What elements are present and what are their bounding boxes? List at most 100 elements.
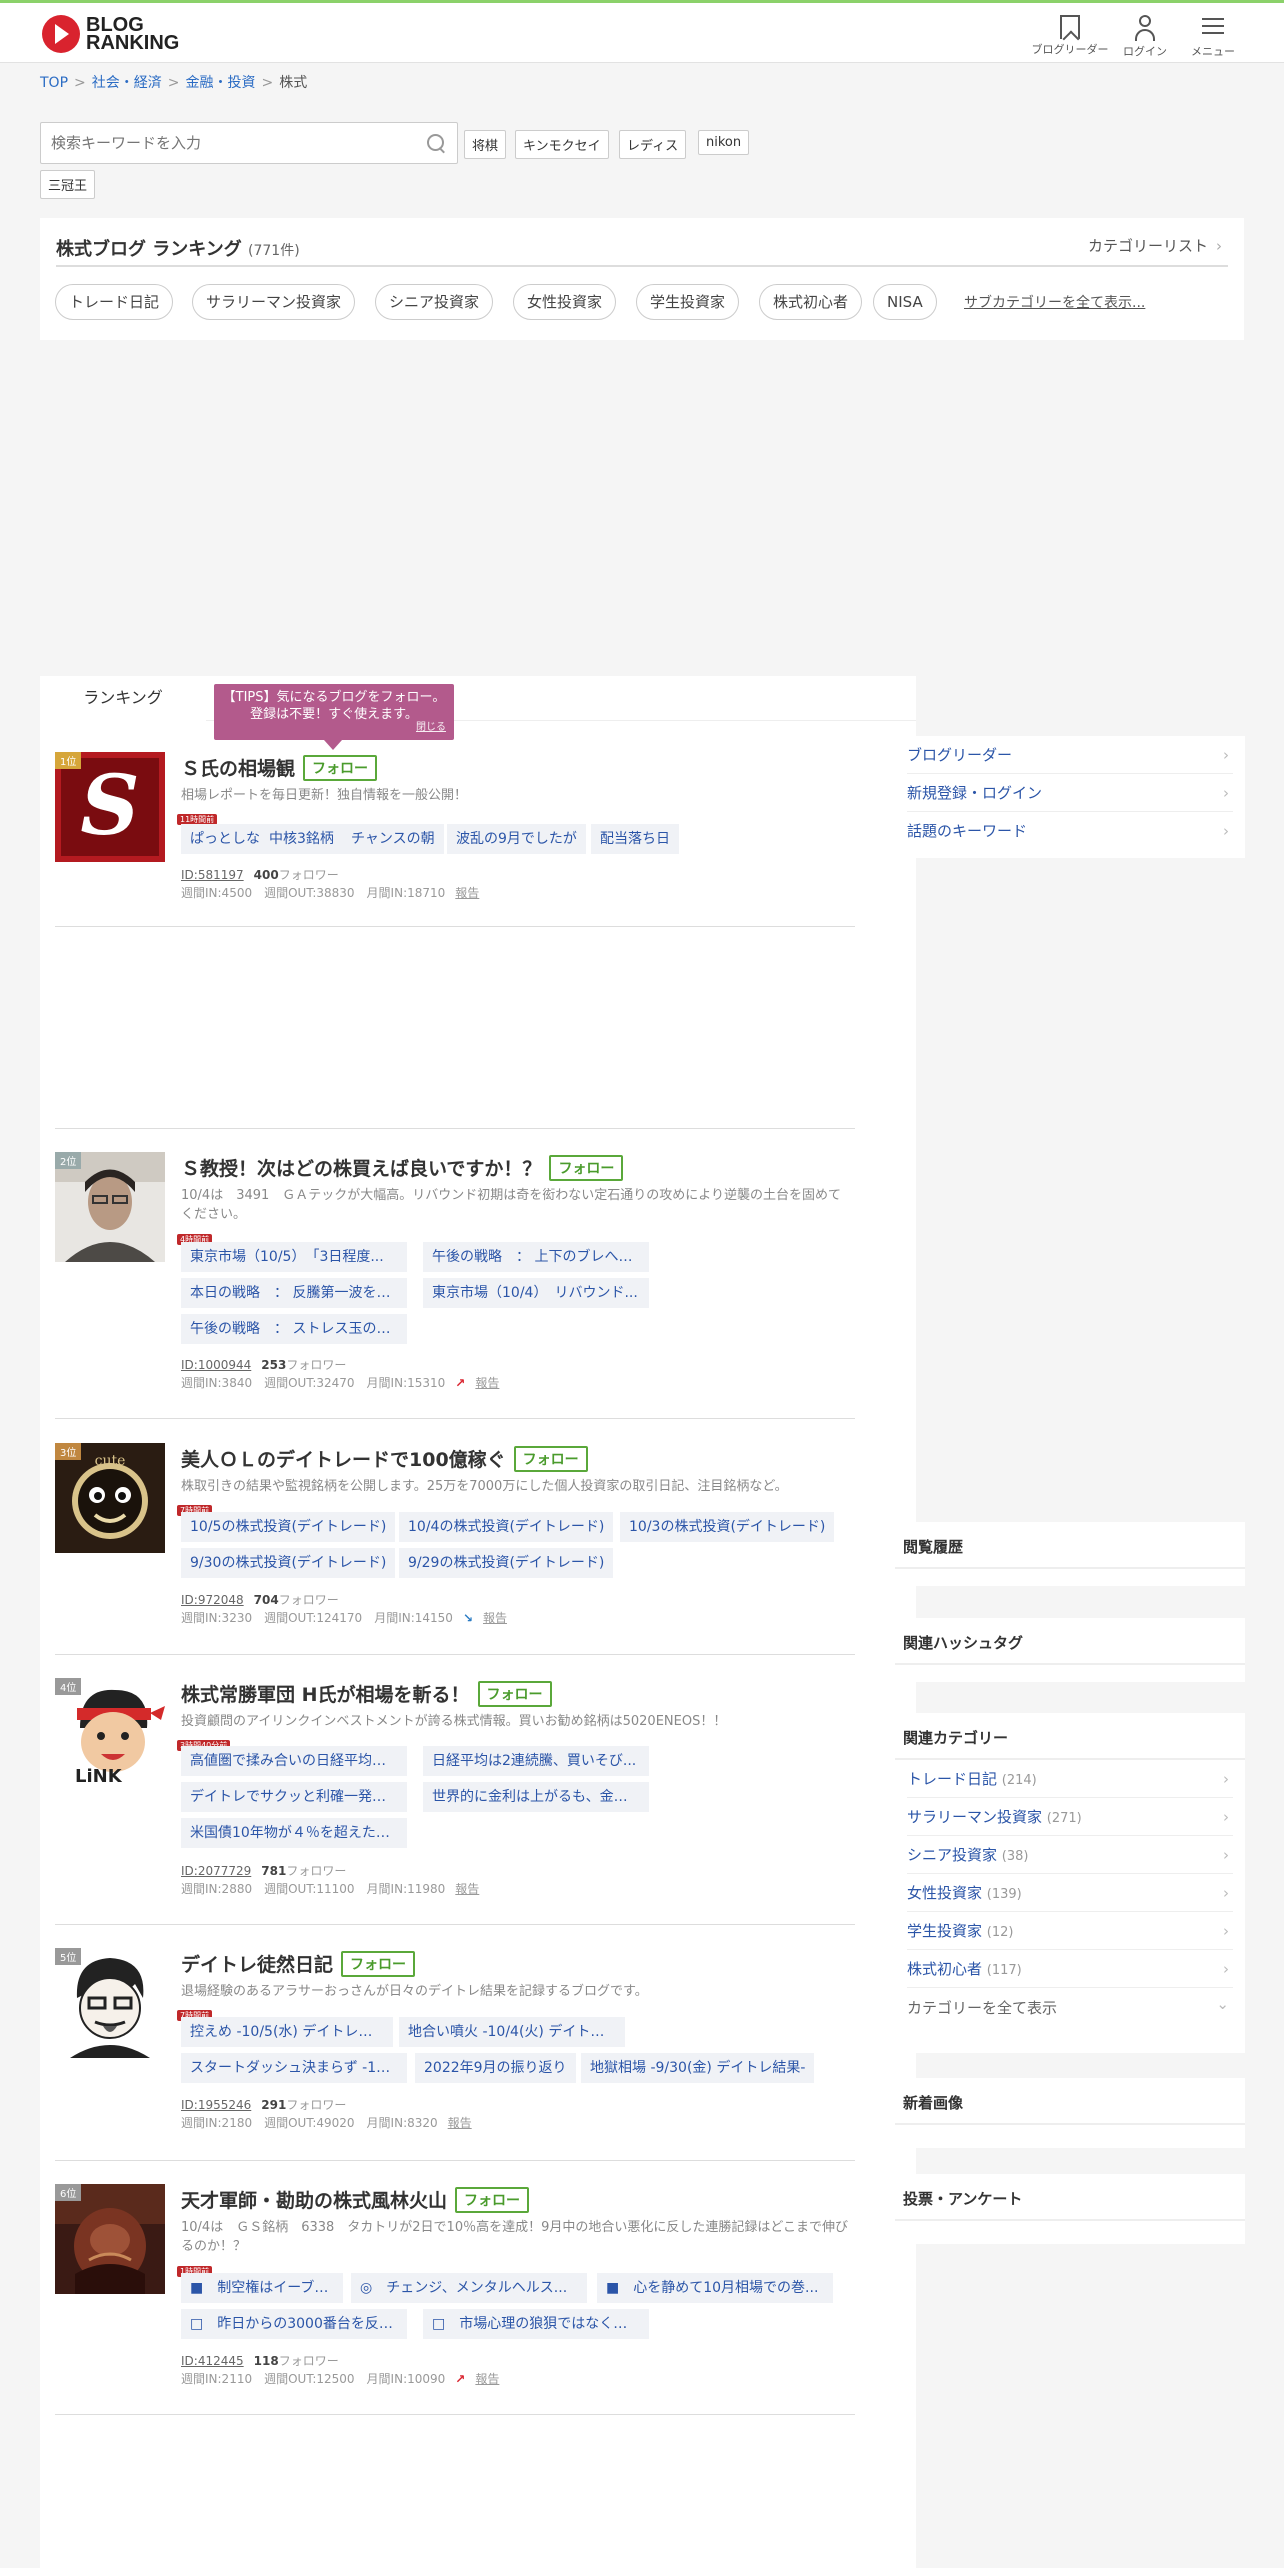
- article-link[interactable]: 世界的に金利は上がるも、金融...: [423, 1782, 649, 1812]
- report-link[interactable]: 報告: [475, 2372, 499, 2386]
- tips-close-link[interactable]: 閉じる: [416, 719, 446, 736]
- subcategory-pill[interactable]: NISA: [873, 284, 937, 320]
- related-category-link[interactable]: 学生投資家 (12): [907, 1912, 1233, 1950]
- article-link[interactable]: 10/5の株式投資(デイトレード): [181, 1512, 396, 1542]
- follow-button[interactable]: フォロー: [303, 755, 378, 781]
- sidebar-vote-title: 投票・アンケート: [895, 2174, 1245, 2221]
- article-link[interactable]: ◎ チェンジ、メンタルヘルス...: [351, 2273, 587, 2303]
- article-link[interactable]: □ 昨日からの3000番台を反撃...: [181, 2309, 407, 2339]
- follow-button[interactable]: フォロー: [341, 1951, 416, 1977]
- search-input[interactable]: [41, 123, 401, 163]
- article-link[interactable]: デイトレでサクッと利確一発！...: [181, 1782, 407, 1812]
- subcategory-pill[interactable]: トレード日記: [55, 284, 174, 320]
- sidebar-item-trending-keywords[interactable]: 話題のキーワード: [907, 812, 1233, 850]
- blog-title[interactable]: 株式常勝軍団 H氏が相場を斬る！: [181, 1684, 470, 1706]
- follow-button[interactable]: フォロー: [455, 2187, 530, 2213]
- article-link[interactable]: チャンスの朝: [342, 824, 444, 854]
- breadcrumb-society-economy[interactable]: 社会・経済: [92, 75, 162, 91]
- page-title: 株式ブログ ランキング (771件): [56, 239, 300, 260]
- related-category-link[interactable]: 女性投資家 (139): [907, 1874, 1233, 1912]
- subcategory-pill[interactable]: 女性投資家: [513, 284, 617, 320]
- article-link[interactable]: 地獄相場 -9/30(金) デイトレ結果-: [581, 2053, 815, 2083]
- show-all-subcategories-link[interactable]: サブカテゴリーを全て表示...: [964, 292, 1145, 312]
- article-link[interactable]: 10/4の株式投資(デイトレード): [399, 1512, 614, 1542]
- blog-title[interactable]: 美人ＯＬのデイトレードで100億稼ぐ: [181, 1449, 506, 1471]
- sidebar-item-register-login[interactable]: 新規登録・ログイン: [907, 774, 1233, 812]
- blog-id-link[interactable]: ID:2077729: [181, 1864, 251, 1878]
- tab-ranking[interactable]: ランキング: [40, 676, 206, 726]
- related-category-link[interactable]: トレード日記 (214): [907, 1760, 1233, 1798]
- article-link[interactable]: 配当落ち日: [591, 824, 679, 854]
- follow-button[interactable]: フォロー: [513, 1446, 588, 1472]
- article-link[interactable]: □ 市場心理の狼狽ではなく、...: [423, 2309, 649, 2339]
- article-link[interactable]: ■ 心を静めて10月相場での巻...: [597, 2273, 833, 2303]
- subcategory-pill[interactable]: 学生投資家: [636, 284, 740, 320]
- trend-up-icon: ↗: [455, 2372, 466, 2386]
- article-link[interactable]: 9/29の株式投資(デイトレード): [399, 1548, 614, 1578]
- blog-title[interactable]: 天才軍師・勘助の株式風林火山: [181, 2190, 447, 2212]
- report-link[interactable]: 報告: [448, 2116, 472, 2130]
- blog-id-link[interactable]: ID:1000944: [181, 1358, 251, 1372]
- subcategory-pill[interactable]: 株式初心者: [759, 284, 863, 320]
- trend-up-icon: ↗: [455, 1376, 466, 1390]
- rank-badge: 4位: [55, 1678, 82, 1695]
- article-link[interactable]: 中核3銘柄: [260, 824, 343, 854]
- related-category-link[interactable]: 株式初心者 (117): [907, 1950, 1233, 1988]
- breadcrumb-finance[interactable]: 金融・投資: [185, 75, 255, 91]
- breadcrumb-top[interactable]: TOP: [40, 75, 68, 91]
- category-list-link[interactable]: カテゴリーリスト: [1088, 235, 1222, 256]
- follow-button[interactable]: フォロー: [549, 1155, 624, 1181]
- blog-id-link[interactable]: ID:412445: [181, 2354, 244, 2368]
- article-link[interactable]: ■ 制空権はイーブンに: [181, 2273, 343, 2303]
- search-icon[interactable]: [427, 134, 445, 152]
- blog-title[interactable]: Ｓ教授！次はどの株買えば良いですか！？: [181, 1158, 541, 1180]
- report-link[interactable]: 報告: [483, 1611, 507, 1625]
- article-link[interactable]: 波乱の9月でしたが: [447, 824, 586, 854]
- article-link[interactable]: 10/3の株式投資(デイトレード): [620, 1512, 835, 1542]
- keyword-tag[interactable]: 三冠王: [40, 170, 96, 199]
- article-link[interactable]: 地合い噴火 -10/4(火) デイトレ...: [399, 2017, 625, 2047]
- blog-stats: ID:2077729 781フォロワー 週間IN:2880 週間OUT:11100…: [181, 1864, 480, 1896]
- blog-title[interactable]: デイトレ徒然日記: [181, 1954, 333, 1976]
- search-box: [40, 122, 458, 164]
- article-link[interactable]: 控えめ -10/5(水) デイトレ結果-: [181, 2017, 393, 2047]
- keyword-tag[interactable]: 将棋: [464, 130, 507, 159]
- article-link[interactable]: 日経平均は2連続騰、買いそび...: [423, 1746, 649, 1776]
- report-link[interactable]: 報告: [455, 1882, 479, 1896]
- article-link[interactable]: スタートダッシュ決まらず -10/...: [181, 2053, 407, 2083]
- article-link[interactable]: 午後の戦略 ： ストレス玉の縮...: [181, 1314, 407, 1344]
- report-link[interactable]: 報告: [475, 1376, 499, 1390]
- blog-id-link[interactable]: ID:1955246: [181, 2098, 251, 2112]
- site-logo[interactable]: BLOG RANKING: [42, 13, 182, 55]
- report-link[interactable]: 報告: [455, 886, 479, 900]
- article-link[interactable]: 東京市場（10/4） リバウンド...: [423, 1278, 649, 1308]
- blog-title[interactable]: Ｓ氏の相場観: [181, 758, 295, 780]
- blog-description: 株取引きの結果や監視銘柄を公開します。25万を7000万にした個人投資家の取引日…: [181, 1479, 788, 1494]
- article-link[interactable]: 本日の戦略 ： 反騰第一波を定...: [181, 1278, 407, 1308]
- keyword-tag[interactable]: nikon: [698, 130, 750, 155]
- related-category-link[interactable]: シニア投資家 (38): [907, 1836, 1233, 1874]
- breadcrumb: TOP > 社会・経済 > 金融・投資 > 株式: [40, 75, 308, 91]
- article-link[interactable]: 高値圏で揉み合いの日経平均 ...: [181, 1746, 407, 1776]
- header-menu[interactable]: メニュー: [1163, 13, 1263, 59]
- keyword-tag[interactable]: レディス: [619, 130, 687, 159]
- article-link[interactable]: 東京市場（10/5） 「3日程度...: [181, 1242, 407, 1272]
- logo-mark-icon: [42, 15, 80, 53]
- article-link[interactable]: 米国債10年物が４％を超えた！...: [181, 1818, 407, 1848]
- article-link[interactable]: 9/30の株式投資(デイトレード): [181, 1548, 396, 1578]
- show-all-categories-button[interactable]: カテゴリーを全て表示: [907, 1984, 1233, 2028]
- sidebar-new-images: 新着画像: [895, 2078, 1245, 2148]
- article-link[interactable]: 午後の戦略 ： 上下のブレへの...: [423, 1242, 649, 1272]
- breadcrumb-current: 株式: [279, 75, 308, 91]
- blog-id-link[interactable]: ID:972048: [181, 1593, 244, 1607]
- subcategory-pill[interactable]: シニア投資家: [375, 284, 494, 320]
- svg-text:S: S: [80, 758, 139, 854]
- article-link[interactable]: 2022年9月の振り返り: [415, 2053, 576, 2083]
- blog-id-link[interactable]: ID:581197: [181, 868, 244, 882]
- sidebar-item-blog-reader[interactable]: ブログリーダー: [907, 736, 1233, 774]
- related-category-link[interactable]: サラリーマン投資家 (271): [907, 1798, 1233, 1836]
- follow-button[interactable]: フォロー: [477, 1681, 552, 1707]
- keyword-tag[interactable]: キンモクセイ: [515, 130, 609, 159]
- bookmark-icon: [1060, 15, 1080, 39]
- subcategory-pill[interactable]: サラリーマン投資家: [192, 284, 356, 320]
